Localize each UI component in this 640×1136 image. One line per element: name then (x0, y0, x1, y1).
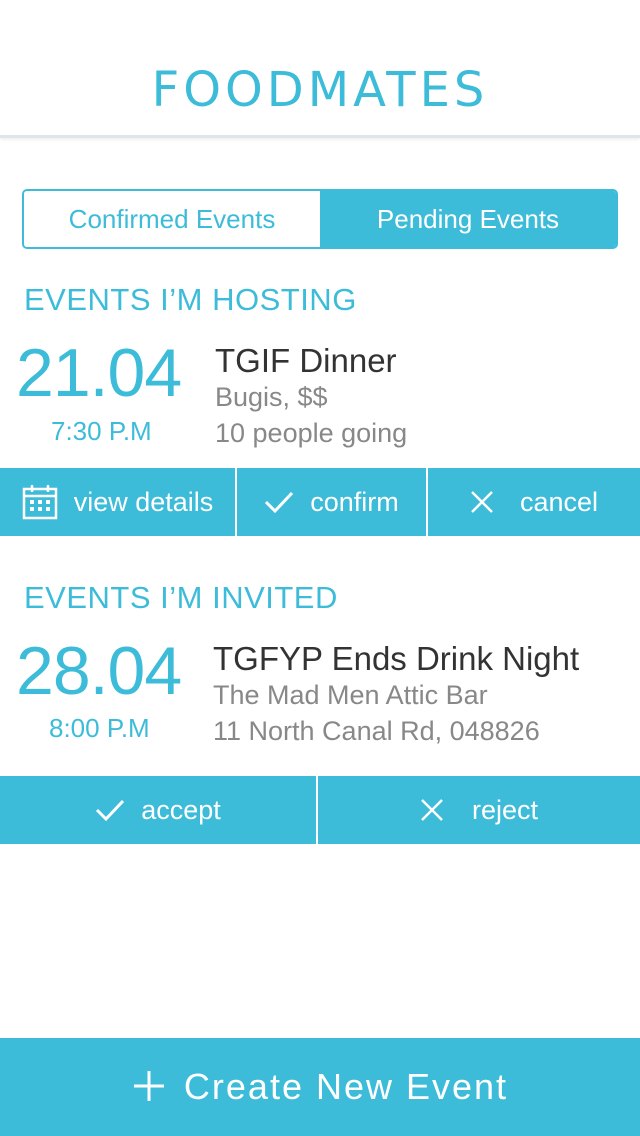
reject-button[interactable]: reject (318, 776, 640, 844)
plus-icon (132, 1064, 166, 1110)
hosting-event-date: 21.04 (16, 335, 182, 411)
confirm-label: confirm (310, 486, 399, 517)
hosting-event-title[interactable]: TGIF Dinner (215, 342, 397, 380)
hosting-event-attendees: 10 people going (215, 418, 408, 448)
hosting-section-heading: EVENTS I’M HOSTING (24, 282, 357, 317)
create-new-event-button[interactable]: Create New Event (0, 1038, 640, 1136)
view-details-label: view details (73, 486, 214, 517)
accept-button[interactable]: accept (0, 776, 318, 844)
invited-event-venue: The Mad Men Attic Bar (213, 680, 488, 710)
event-status-tabs: Confirmed Events Pending Events (22, 189, 618, 249)
close-icon (470, 490, 494, 514)
checkmark-icon (95, 798, 125, 822)
hosting-event-location: Bugis, $$ (215, 382, 328, 412)
create-new-event-label: Create New Event (183, 1066, 509, 1107)
cancel-label: cancel (519, 486, 599, 517)
hosting-event-time: 7:30 P.M (51, 416, 152, 446)
view-details-button[interactable]: view details (0, 468, 237, 536)
hosting-action-bar: view details confirm cancel (0, 468, 640, 536)
tab-confirmed-events[interactable]: Confirmed Events (24, 191, 320, 247)
close-icon (420, 798, 444, 822)
app-header: FOODMATES (0, 0, 640, 138)
calendar-icon (22, 484, 58, 520)
invited-event-date: 28.04 (16, 633, 182, 709)
invited-action-bar: accept reject (0, 776, 640, 844)
accept-label: accept (141, 794, 221, 825)
reject-label: reject (471, 794, 539, 825)
invited-event-title[interactable]: TGFYP Ends Drink Night (213, 640, 579, 678)
checkmark-icon (264, 490, 294, 514)
invited-section-heading: EVENTS I’M INVITED (24, 580, 338, 615)
cancel-button[interactable]: cancel (428, 468, 640, 536)
invited-event-time: 8:00 P.M (49, 713, 150, 743)
app-title: FOODMATES (151, 62, 489, 118)
tab-pending-events[interactable]: Pending Events (320, 191, 616, 247)
invited-event-address: 11 North Canal Rd, 048826 (213, 716, 540, 746)
confirm-button[interactable]: confirm (237, 468, 428, 536)
